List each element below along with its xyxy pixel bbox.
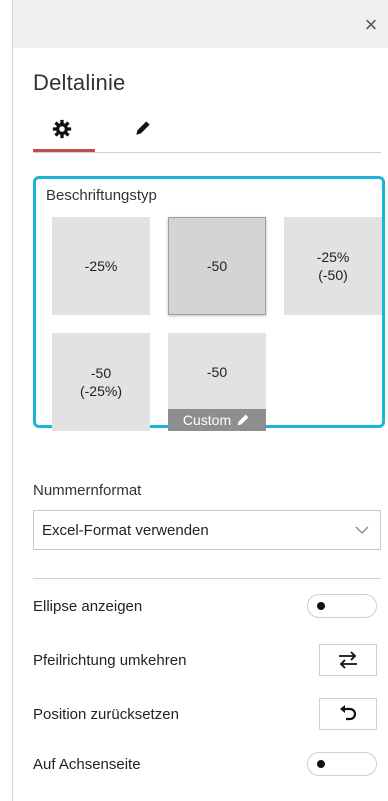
custom-edit-bar[interactable]: Custom — [168, 409, 266, 431]
left-gutter — [0, 0, 12, 801]
number-format-select[interactable]: Excel-Format verwenden — [33, 510, 381, 550]
swap-arrows-icon — [339, 651, 357, 669]
deltalinie-pane: Deltalinie Beschriftungstyp -25% -50 -25… — [12, 48, 388, 801]
ellipse-toggle[interactable] — [307, 594, 377, 618]
tabs-divider — [33, 152, 381, 153]
label-option-text: -50 — [206, 258, 228, 274]
number-format-value: Excel-Format verwenden — [42, 522, 209, 539]
pencil-icon — [136, 121, 150, 135]
tab-style[interactable] — [115, 114, 177, 150]
reverse-arrow-button[interactable] — [319, 644, 377, 676]
tab-settings[interactable] — [33, 114, 95, 152]
label-option-value[interactable]: -50 — [168, 217, 266, 315]
axis-side-toggle[interactable] — [307, 752, 377, 776]
tab-bar — [33, 114, 381, 154]
label-option-percent[interactable]: -25% — [52, 217, 150, 315]
reset-position-button[interactable] — [319, 698, 377, 730]
section-divider — [33, 578, 381, 579]
label-type-group: Beschriftungstyp -25% -50 -25% (-50) -50… — [33, 176, 385, 431]
label-option-value-percent[interactable]: -50 (-25%) — [52, 333, 150, 431]
label-type-heading: Beschriftungstyp — [46, 187, 157, 204]
pencil-icon — [237, 414, 249, 426]
toggle-knob — [317, 602, 325, 610]
label-option-text: -25% — [84, 258, 118, 274]
label-option-percent-value[interactable]: -25% (-50) — [284, 217, 382, 315]
toggle-knob — [317, 760, 325, 768]
label-option-text: -50 — [206, 364, 228, 380]
reverse-arrow-label: Pfeilrichtung umkehren — [33, 652, 187, 669]
reset-position-label: Position zurücksetzen — [33, 706, 179, 723]
undo-icon — [340, 705, 357, 721]
chevron-down-icon — [355, 526, 369, 534]
pane-titlebar: × — [12, 0, 388, 48]
close-button[interactable]: × — [360, 14, 382, 36]
gear-icon — [52, 119, 72, 139]
custom-label: Custom — [182, 412, 232, 428]
pane-title: Deltalinie — [33, 70, 126, 95]
label-option-text: -25% (-50) — [316, 249, 350, 283]
ellipse-label: Ellipse anzeigen — [33, 598, 143, 615]
label-option-custom[interactable]: -50 Custom — [168, 333, 266, 431]
axis-side-label: Auf Achsenseite — [33, 756, 141, 773]
number-format-heading: Nummernformat — [33, 482, 142, 499]
label-option-text: -50 (-25%) — [79, 365, 122, 399]
